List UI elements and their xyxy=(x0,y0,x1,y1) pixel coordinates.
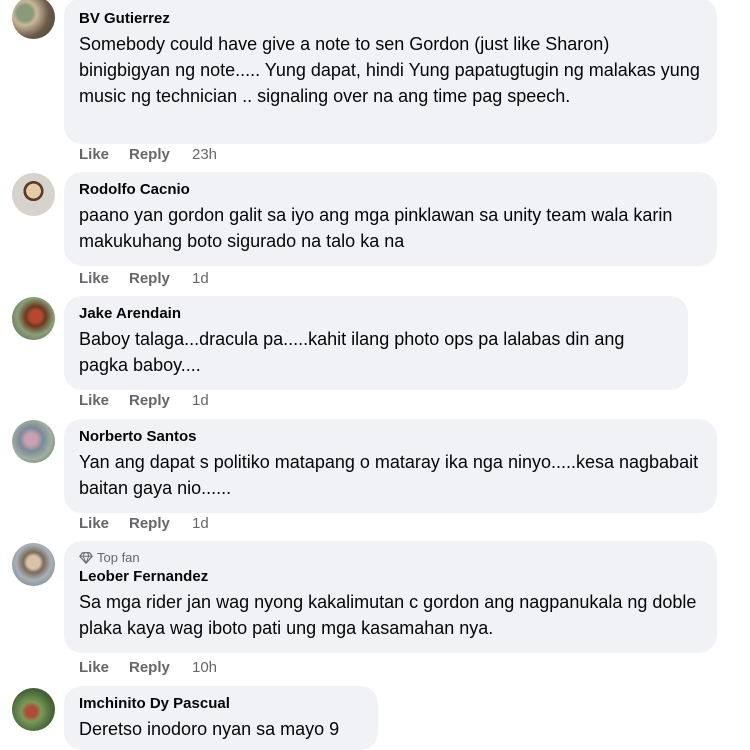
comment-author[interactable]: BV Gutierrez xyxy=(79,9,703,28)
comment-bubble: Imchinito Dy Pascual Deretso inodoro nya… xyxy=(64,686,378,750)
comment-text: Sa mga rider jan wag nyong kakalimutan c… xyxy=(79,592,697,638)
avatar[interactable] xyxy=(12,420,55,463)
avatar[interactable] xyxy=(12,543,55,586)
comment-bubble: Rodolfo Cacnio paano yan gordon galit sa… xyxy=(64,172,717,266)
like-button[interactable]: Like xyxy=(79,515,129,532)
like-button[interactable]: Like xyxy=(79,392,129,409)
reply-button[interactable]: Reply xyxy=(129,392,192,409)
diamond-icon xyxy=(79,552,93,564)
reply-button[interactable]: Reply xyxy=(129,270,192,287)
avatar[interactable] xyxy=(12,688,55,731)
comment-timestamp[interactable]: 10h xyxy=(192,659,217,676)
top-fan-badge: Top fan xyxy=(79,550,703,566)
comment-author[interactable]: Leober Fernandez xyxy=(79,567,703,586)
comment-timestamp[interactable]: 1d xyxy=(192,515,209,532)
top-fan-label: Top fan xyxy=(97,550,140,565)
reply-button[interactable]: Reply xyxy=(129,515,192,532)
reply-button[interactable]: Reply xyxy=(129,659,192,676)
comment-bubble: Norberto Santos Yan ang dapat s politiko… xyxy=(64,419,717,513)
comment-author[interactable]: Jake Arendain xyxy=(79,304,674,323)
reply-button[interactable]: Reply xyxy=(129,146,192,163)
comment-author[interactable]: Norberto Santos xyxy=(79,427,703,446)
comment-actions: Like Reply 10h xyxy=(79,659,217,676)
comment-timestamp[interactable]: 1d xyxy=(192,270,209,287)
like-button[interactable]: Like xyxy=(79,270,129,287)
comment-text: Somebody could have give a note to sen G… xyxy=(79,34,700,106)
comment-bubble: Jake Arendain Baboy talaga...dracula pa.… xyxy=(64,296,688,390)
comment-text: Baboy talaga...dracula pa.....kahit ilan… xyxy=(79,329,625,375)
comment-text: Deretso inodoro nyan sa mayo 9 xyxy=(79,719,340,739)
like-button[interactable]: Like xyxy=(79,146,129,163)
comment-author[interactable]: Imchinito Dy Pascual xyxy=(79,694,364,713)
comment-text: paano yan gordon galit sa iyo ang mga pi… xyxy=(79,205,673,251)
avatar[interactable] xyxy=(12,173,55,216)
comment-actions: Like Reply 1d xyxy=(79,515,209,532)
like-button[interactable]: Like xyxy=(79,659,129,676)
avatar[interactable] xyxy=(12,0,55,39)
comment-timestamp[interactable]: 23h xyxy=(192,146,217,163)
comment-author[interactable]: Rodolfo Cacnio xyxy=(79,180,703,199)
comment-timestamp[interactable]: 1d xyxy=(192,392,209,409)
comment-bubble: BV Gutierrez Somebody could have give a … xyxy=(64,0,717,144)
comment-text: Yan ang dapat s politiko matapang o mata… xyxy=(79,452,699,498)
comment-actions: Like Reply 1d xyxy=(79,270,209,287)
comment-actions: Like Reply 1d xyxy=(79,392,209,409)
comment-actions: Like Reply 23h xyxy=(79,146,217,163)
avatar[interactable] xyxy=(12,297,55,340)
comment-bubble: Top fan Leober Fernandez Sa mga rider ja… xyxy=(64,541,717,653)
